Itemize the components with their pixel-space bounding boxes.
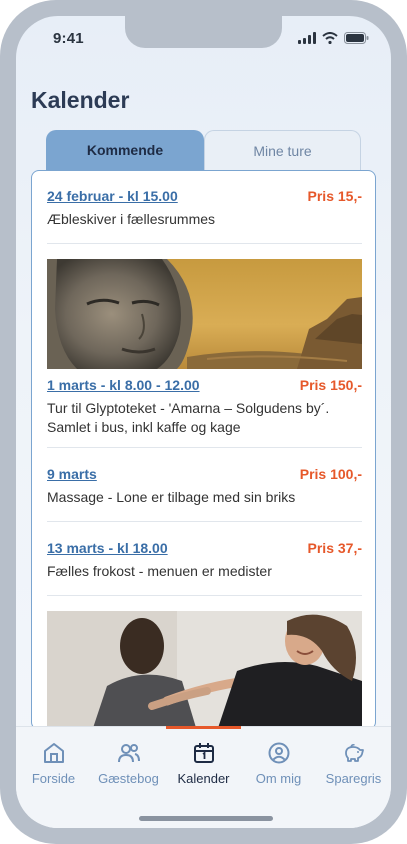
screen: 9:41 Kalender Kommende Mine ture 24 febr…	[16, 16, 391, 828]
divider	[47, 447, 362, 448]
home-indicator	[139, 816, 273, 821]
event-image-massage	[47, 611, 362, 729]
status-icons	[298, 32, 369, 44]
tab-kommende[interactable]: Kommende	[46, 130, 204, 170]
event-description: Fælles frokost - menuen er medister	[47, 563, 272, 579]
nav-sparegris[interactable]: Sparegris	[316, 741, 391, 786]
event-item: 1 marts - kl 8.00 - 12.00 Pris 150,- Tur…	[47, 377, 362, 439]
massage-image	[47, 611, 362, 729]
nav-label: Om mig	[255, 771, 302, 786]
event-item: 9 marts Pris 100,- Massage - Lone er til…	[47, 466, 362, 510]
event-date-link[interactable]: 9 marts	[47, 466, 97, 482]
tab-mine-ture[interactable]: Mine ture	[204, 130, 361, 170]
active-tab-indicator	[166, 726, 241, 729]
nav-om-mig[interactable]: Om mig	[241, 741, 316, 786]
nav-kalender[interactable]: Kalender	[166, 741, 241, 786]
piggy-bank-icon	[344, 743, 364, 762]
nav-label: Forside	[31, 771, 76, 786]
event-description: Massage - Lone er tilbage med sin briks	[47, 489, 296, 505]
nav-label: Kalender	[177, 771, 230, 786]
divider	[47, 595, 362, 596]
notch	[125, 16, 282, 48]
nav-label: Sparegris	[325, 771, 382, 786]
wifi-icon	[322, 32, 338, 44]
phone-frame: 9:41 Kalender Kommende Mine ture 24 febr…	[0, 0, 407, 844]
event-date-link[interactable]: 13 marts - kl 18.00	[47, 540, 168, 556]
nav-label: Gæstebog	[98, 771, 159, 786]
users-icon	[117, 744, 140, 763]
profile-icon	[268, 742, 289, 764]
nav-gaestebog[interactable]: Gæstebog	[91, 741, 166, 786]
event-date-link[interactable]: 1 marts - kl 8.00 - 12.00	[47, 377, 200, 393]
event-description: Æbleskiver i fællesrummes	[47, 211, 216, 227]
event-price: Pris 150,-	[299, 377, 362, 393]
page-title: Kalender	[31, 87, 130, 113]
event-price: Pris 15,-	[307, 188, 362, 204]
calendar-icon	[193, 743, 214, 763]
nav-forside[interactable]: Forside	[16, 741, 91, 786]
event-image-museum	[47, 259, 362, 369]
battery-icon	[344, 32, 369, 44]
signal-icon	[298, 32, 316, 44]
event-price: Pris 100,-	[299, 466, 362, 482]
tab-bar: Kommende Mine ture	[46, 130, 361, 170]
pharaoh-image	[47, 259, 362, 369]
event-price: Pris 37,-	[307, 540, 362, 556]
event-description: Tur til Glyptoteket - 'Amarna – Solguden…	[47, 400, 330, 435]
bottom-nav: Forside Gæstebog Kalender Om mig Sparegr…	[16, 726, 391, 828]
event-list: 24 februar - kl 15.00 Pris 15,- Æbleskiv…	[31, 170, 376, 730]
divider	[47, 243, 362, 244]
status-time: 9:41	[53, 30, 84, 47]
event-item: 13 marts - kl 18.00 Pris 37,- Fælles fro…	[47, 540, 362, 584]
event-date-link[interactable]: 24 februar - kl 15.00	[47, 188, 178, 204]
home-icon	[43, 743, 64, 763]
event-item: 24 februar - kl 15.00 Pris 15,- Æbleskiv…	[47, 188, 362, 232]
divider	[47, 521, 362, 522]
